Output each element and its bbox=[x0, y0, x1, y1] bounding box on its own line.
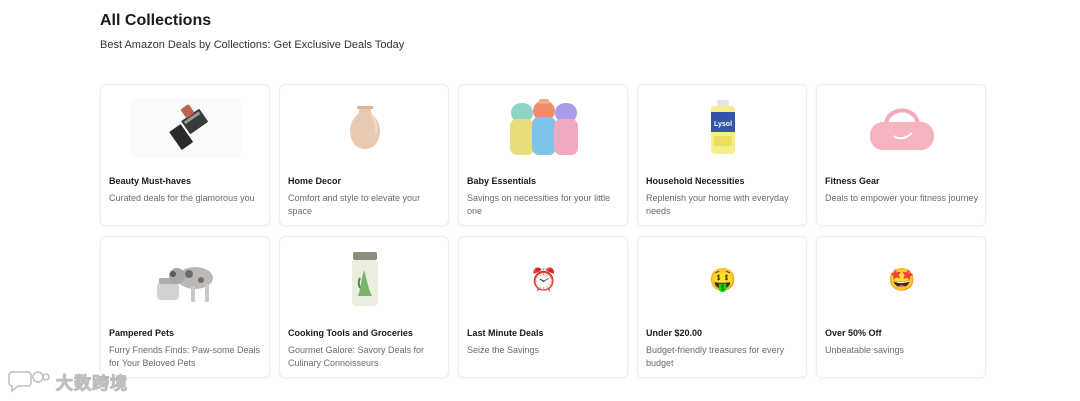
collection-title: Fitness Gear bbox=[825, 176, 880, 186]
collections-grid: Beauty Must-haves Curated deals for the … bbox=[100, 84, 988, 378]
svg-text:Lysol: Lysol bbox=[714, 121, 732, 128]
collection-title: Under $20.00 bbox=[646, 328, 703, 338]
collection-card-home-decor[interactable]: Home Decor Comfort and style to elevate … bbox=[279, 84, 449, 226]
dog-icon bbox=[101, 245, 271, 315]
collection-description: Unbeatable savings bbox=[825, 345, 905, 355]
collection-card-under-20[interactable]: 🤑 Under $20.00 Budget-friendly treasures… bbox=[637, 236, 807, 378]
collection-card-cooking-tools-groceries[interactable]: Cooking Tools and Groceries Gourmet Galo… bbox=[279, 236, 449, 378]
gym-bag-icon bbox=[817, 93, 987, 163]
collection-title: Household Necessities bbox=[646, 176, 745, 186]
collection-title: Home Decor bbox=[288, 176, 342, 186]
page-subtitle: Best Amazon Deals by Collections: Get Ex… bbox=[100, 39, 405, 51]
collection-description: Furry Friends Finds: Paw-some Deals for … bbox=[109, 345, 261, 368]
collection-card-household-necessities[interactable]: Lysol Household Necessities Replenish yo… bbox=[637, 84, 807, 226]
vase-icon bbox=[280, 93, 450, 163]
collection-description: Curated deals for the glamorous you bbox=[109, 193, 255, 203]
collection-title: Over 50% Off bbox=[825, 328, 882, 338]
collection-title: Cooking Tools and Groceries bbox=[288, 328, 413, 338]
lipstick-icon bbox=[101, 93, 271, 163]
collection-card-fitness-gear[interactable]: Fitness Gear Deals to empower your fitne… bbox=[816, 84, 986, 226]
collection-card-beauty[interactable]: Beauty Must-haves Curated deals for the … bbox=[100, 84, 270, 226]
collection-description: Deals to empower your fitness journey bbox=[825, 193, 979, 203]
collection-card-baby-essentials[interactable]: Baby Essentials Savings on necessities f… bbox=[458, 84, 628, 226]
chat-bubble-logo-icon bbox=[8, 371, 50, 393]
baby-bottles-icon bbox=[459, 93, 629, 163]
collection-title: Pampered Pets bbox=[109, 328, 175, 338]
watermark: 大数跨境 bbox=[8, 366, 128, 396]
money-mouth-face-icon: 🤑 bbox=[709, 267, 737, 292]
collection-description: Seize the Savings bbox=[467, 345, 540, 355]
watermark-text: 大数跨境 bbox=[56, 373, 128, 393]
disinfectant-spray-icon: Lysol bbox=[638, 93, 808, 163]
collection-title: Last Minute Deals bbox=[467, 328, 544, 338]
page-title: All Collections bbox=[100, 12, 212, 29]
collection-description: Comfort and style to elevate your space bbox=[288, 193, 421, 216]
collection-card-over-50-off[interactable]: 🤩 Over 50% Off Unbeatable savings bbox=[816, 236, 986, 378]
spice-jar-icon bbox=[280, 245, 450, 315]
collection-card-last-minute-deals[interactable]: ⏰ Last Minute Deals Seize the Savings bbox=[458, 236, 628, 378]
star-struck-face-icon: 🤩 bbox=[888, 267, 916, 292]
collection-title: Baby Essentials bbox=[467, 176, 537, 186]
alarm-clock-icon: ⏰ bbox=[530, 267, 558, 292]
collection-card-pampered-pets[interactable]: Pampered Pets Furry Friends Finds: Paw-s… bbox=[100, 236, 270, 378]
collection-description: Savings on necessities for your little o… bbox=[467, 193, 611, 216]
collection-description: Budget-friendly treasures for every budg… bbox=[646, 345, 785, 368]
collection-description: Replenish your home with everyday needs bbox=[646, 193, 789, 216]
collection-title: Beauty Must-haves bbox=[109, 176, 192, 186]
collections-page: All Collections Best Amazon Deals by Col… bbox=[0, 0, 1080, 401]
collection-description: Gourmet Galore: Savory Deals for Culinar… bbox=[288, 345, 425, 368]
